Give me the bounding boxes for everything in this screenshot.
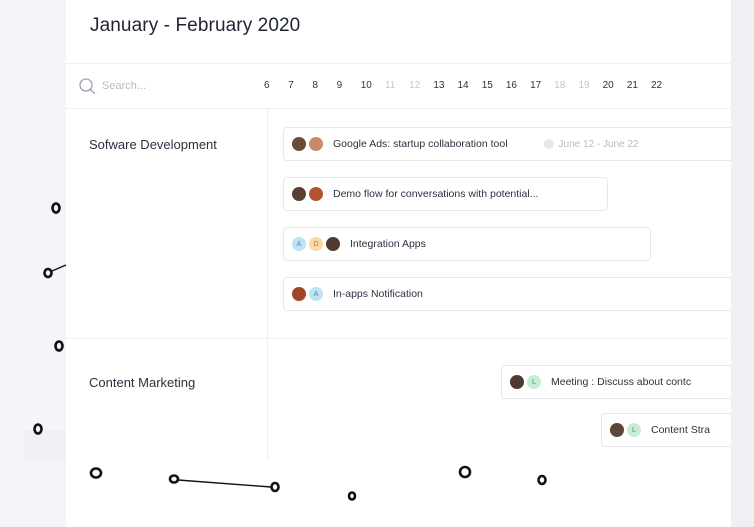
timeline-header: Search... 6 7 8 9 10 11 12 13 14 15 16 17 18 19 20 21 22 <box>66 63 731 109</box>
day-label: 15 <box>481 80 493 91</box>
task-date: June 12 - June 22 <box>543 138 639 150</box>
search-input[interactable]: Search... <box>102 80 146 92</box>
day-columns: 6 7 8 9 10 11 12 13 14 15 16 17 18 19 20 21 22 <box>264 80 675 91</box>
day-label: 20 <box>602 80 614 91</box>
timeline-card: January - February 2020 Search... 6 7 8 9 10… <box>66 0 731 460</box>
group-label-software-development: Sofware Development <box>89 137 217 152</box>
calendar-icon <box>543 139 554 149</box>
day-label: 21 <box>626 80 638 91</box>
avatar: D <box>309 237 323 251</box>
avatar: L <box>527 375 541 389</box>
group-label-content-marketing: Content Marketing <box>89 375 196 390</box>
day-label: 14 <box>457 80 469 91</box>
page-title: January - February 2020 <box>90 15 301 36</box>
avatar <box>292 187 306 201</box>
task-date-text: June 12 - June 22 <box>558 138 639 150</box>
avatar <box>292 137 306 151</box>
task-demo-flow[interactable]: Demo flow for conversations with potenti… <box>283 177 608 211</box>
avatar: A <box>292 237 306 251</box>
avatar: L <box>627 423 641 437</box>
avatar: A <box>309 287 323 301</box>
task-google-ads[interactable]: Google Ads: startup collaboration tool J… <box>283 127 731 161</box>
day-label: 11 <box>384 80 396 91</box>
column-divider <box>267 109 268 460</box>
day-label: 7 <box>288 80 294 91</box>
card-shadow <box>24 430 66 460</box>
task-title: Google Ads: startup collaboration tool <box>333 138 508 150</box>
search-box[interactable]: Search... <box>78 77 146 95</box>
task-meeting[interactable]: L Meeting : Discuss about contc <box>501 365 731 399</box>
avatar <box>610 423 624 437</box>
task-avatars <box>292 187 323 201</box>
task-integration-apps[interactable]: A D Integration Apps <box>283 227 651 261</box>
task-in-apps-notification[interactable]: A In-apps Notification <box>283 277 731 311</box>
task-avatars: A <box>292 287 323 301</box>
day-label: 22 <box>651 80 663 91</box>
day-label: 12 <box>409 80 421 91</box>
avatar <box>510 375 524 389</box>
task-title: Meeting : Discuss about contc <box>551 376 692 388</box>
task-title: Demo flow for conversations with potenti… <box>333 188 539 200</box>
search-icon <box>79 78 96 95</box>
day-label: 8 <box>312 80 318 91</box>
task-avatars: L <box>510 375 541 389</box>
task-content-strategy[interactable]: L Content Stra <box>601 413 731 447</box>
avatar <box>326 237 340 251</box>
task-title: Content Stra <box>651 424 710 436</box>
day-label: 10 <box>360 80 372 91</box>
task-title: Integration Apps <box>350 238 426 250</box>
task-avatars: A D <box>292 237 340 251</box>
task-title: In-apps Notification <box>333 288 423 300</box>
day-label: 17 <box>530 80 542 91</box>
day-label: 18 <box>554 80 566 91</box>
day-label: 9 <box>336 80 343 91</box>
background-right <box>731 0 754 527</box>
day-label: 6 <box>264 80 270 91</box>
avatar <box>309 187 323 201</box>
day-label: 13 <box>433 80 445 91</box>
avatar <box>292 287 306 301</box>
avatar <box>309 137 323 151</box>
task-avatars <box>292 137 323 151</box>
task-avatars: L <box>610 423 641 437</box>
group-divider <box>66 338 731 339</box>
day-label: 19 <box>578 80 590 91</box>
timeline-screen: January - February 2020 Search... 6 7 8 9 10… <box>0 0 754 527</box>
day-label: 16 <box>505 80 517 91</box>
